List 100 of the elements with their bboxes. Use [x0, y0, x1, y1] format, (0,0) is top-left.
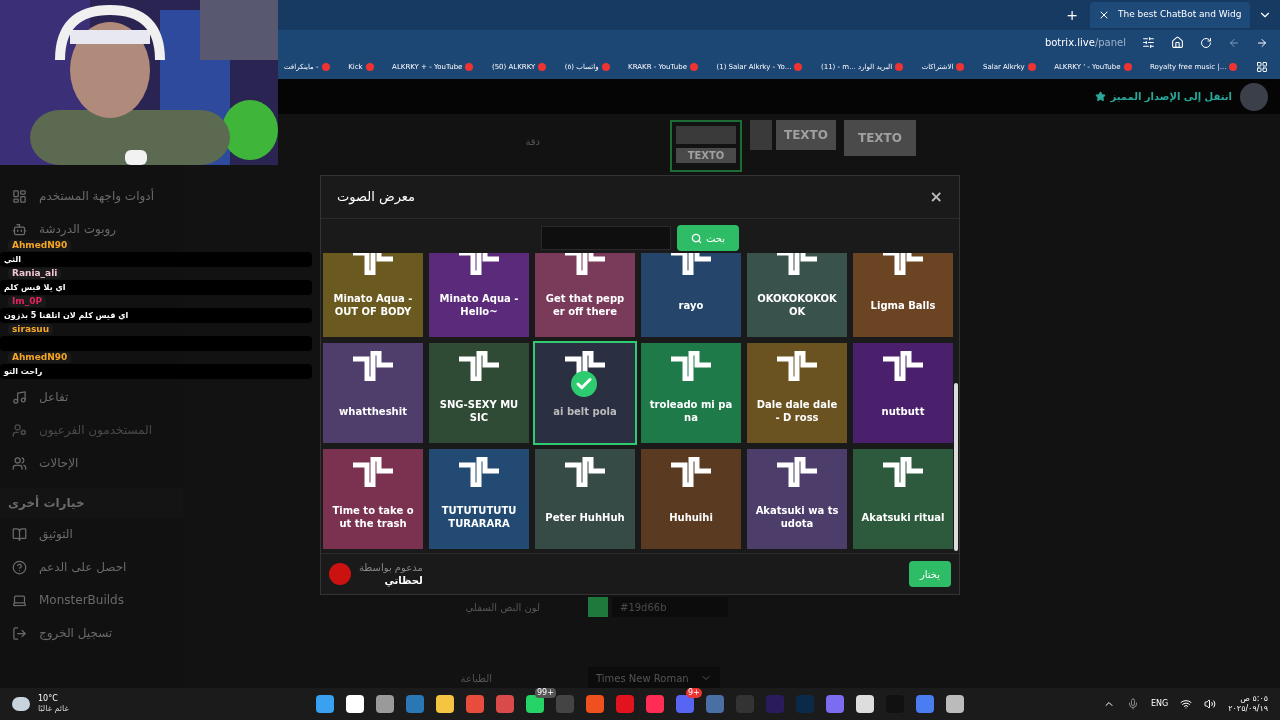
field-label: الطباعة: [459, 671, 492, 686]
sound-wave-icon: [775, 351, 819, 381]
star-icon: [1095, 91, 1107, 102]
sound-name: Akatsuki wa tsudota: [755, 504, 839, 530]
site-icon: [956, 63, 965, 71]
sound-name: Minato Aqua - OUT OF BODY: [332, 292, 414, 318]
sound-wave-icon: [669, 253, 713, 275]
sidebar-item[interactable]: التوثيق: [12, 527, 73, 542]
menu-item-icon: [12, 560, 27, 575]
chat-username: AhmedN90: [8, 352, 72, 363]
reload-icon[interactable]: [1200, 36, 1212, 49]
chat-message: راحت التو: [0, 364, 312, 379]
sound-tile[interactable]: Peter HuhHuh: [535, 449, 635, 549]
new-tab-button[interactable]: +: [1062, 8, 1082, 22]
sidebar-item[interactable]: احصل على الدعم: [12, 560, 127, 575]
sidebar-item[interactable]: تفاعل: [12, 390, 69, 405]
site-icon: [538, 63, 547, 71]
sound-wave-icon: [457, 351, 501, 381]
sound-wave-icon: [457, 253, 501, 275]
chat-username: Rania_ali: [8, 268, 62, 279]
site-icon: [601, 63, 610, 71]
sound-name: Dale dale dale - D ross: [755, 398, 839, 424]
site-icon: [895, 63, 904, 71]
apps-icon[interactable]: [1255, 61, 1268, 73]
close-button[interactable]: ×: [929, 185, 943, 209]
sound-tile[interactable]: ai belt pola: [535, 343, 635, 443]
sound-tile[interactable]: TUTUTUTUTU TURARARA: [429, 449, 529, 549]
sound-wave-icon: [351, 457, 395, 487]
sound-tile[interactable]: Get that pepper off there: [535, 253, 635, 337]
thumbnail-text: TEXTO: [776, 120, 836, 150]
sponsor-logo-icon: [329, 563, 351, 585]
sound-name: SNG-SEXY MUSIC: [438, 398, 520, 424]
chat-message: اي قيس كلم لان اتلقنا 5 بذزون: [0, 308, 312, 323]
site-settings-icon[interactable]: [1142, 36, 1155, 49]
language-indicator[interactable]: ENG: [1151, 698, 1169, 710]
sound-tile[interactable]: Ligma Balls: [853, 253, 953, 337]
close-icon[interactable]: [1098, 9, 1110, 21]
chat-message: اي يلا قيس كلم: [0, 280, 312, 295]
site-icon: [365, 63, 374, 71]
color-swatch[interactable]: [588, 597, 608, 617]
menu-item-icon: [12, 456, 27, 471]
chat-message: الثي: [0, 252, 312, 267]
temperature: 10°C: [38, 694, 59, 704]
forward-icon[interactable]: [1256, 36, 1268, 49]
sound-name: Time to take out the trash: [331, 504, 415, 530]
network-icon[interactable]: [1180, 698, 1193, 710]
menu-item-icon: [12, 527, 27, 542]
sound-tile[interactable]: Dale dale dale - D ross: [747, 343, 847, 443]
search-field[interactable]: [541, 226, 671, 250]
site-icon: [689, 63, 698, 71]
sound-name: whattheshit: [339, 404, 407, 418]
sound-tile[interactable]: OKOKOKOKOKOK: [747, 253, 847, 337]
sound-tile[interactable]: Minato Aqua - OUT OF BODY: [323, 253, 423, 337]
notification-badge: 9+: [686, 688, 702, 698]
sound-tile[interactable]: Huhuihi: [641, 449, 741, 549]
site-icon: [1027, 63, 1036, 71]
menu-item-icon: [12, 390, 27, 405]
back-icon[interactable]: [1228, 36, 1240, 49]
sound-name: Peter HuhHuh: [545, 510, 625, 524]
sound-tile[interactable]: Akatsuki ritual: [853, 449, 953, 549]
sidebar-item[interactable]: أدوات واجهة المستخدم: [12, 189, 154, 204]
sidebar-item[interactable]: روبوت الدردشة: [12, 222, 117, 237]
sound-tile[interactable]: Time to take out the trash: [323, 449, 423, 549]
site-icon: [794, 63, 803, 71]
volume-icon[interactable]: [1204, 698, 1217, 710]
check-icon: [571, 371, 597, 397]
sound-tile[interactable]: SNG-SEXY MUSIC: [429, 343, 529, 443]
sound-name: Get that pepper off there: [544, 292, 626, 318]
sound-wave-icon: [881, 253, 925, 275]
browser-tab[interactable]: The best ChatBot and Widg: [1090, 2, 1250, 28]
sidebar-item[interactable]: MonsterBuilds: [12, 593, 124, 608]
scrollbar[interactable]: [954, 383, 958, 551]
sound-wave-icon: [563, 253, 607, 275]
sound-wave-icon: [563, 457, 607, 487]
dialog-title: معرض الصوت: [337, 188, 416, 207]
sidebar-item[interactable]: الإحالات: [12, 456, 79, 471]
upgrade-link[interactable]: انتقل إلى الإصدار المميز: [1095, 89, 1232, 104]
sound-name: troleado mi pana: [649, 398, 733, 424]
home-icon[interactable]: [1171, 36, 1184, 49]
weather-icon[interactable]: [12, 697, 30, 711]
menu-item-icon: [12, 423, 27, 438]
sound-tile[interactable]: Akatsuki wa tsudota: [747, 449, 847, 549]
sidebar-item[interactable]: تسجيل الخروج: [12, 626, 113, 641]
sound-tile[interactable]: troleado mi pana: [641, 343, 741, 443]
sound-tile[interactable]: Minato Aqua - Hello~: [429, 253, 529, 337]
sound-name: ai belt pola: [553, 404, 617, 418]
sound-tile[interactable]: nutbutt: [853, 343, 953, 443]
chat-username: AhmedN90: [8, 240, 72, 251]
notification-badge: 99+: [535, 688, 556, 698]
sound-tile[interactable]: rayo: [641, 253, 741, 337]
avatar-icon[interactable]: [1240, 82, 1268, 111]
sound-wave-icon: [775, 253, 819, 275]
sound-wave-icon: [881, 351, 925, 381]
sound-tile[interactable]: whattheshit: [323, 343, 423, 443]
sound-wave-icon: [881, 457, 925, 487]
clock[interactable]: ٥:٠٥ ص ٢٠٢٥/٠٩/١٩: [1228, 694, 1268, 714]
sound-name: Minato Aqua - Hello~: [438, 292, 520, 318]
chat-username: sirasuu: [8, 324, 54, 335]
microphone-icon[interactable]: [1127, 698, 1139, 710]
url-field[interactable]: botrix.live/panel: [1044, 35, 1126, 50]
